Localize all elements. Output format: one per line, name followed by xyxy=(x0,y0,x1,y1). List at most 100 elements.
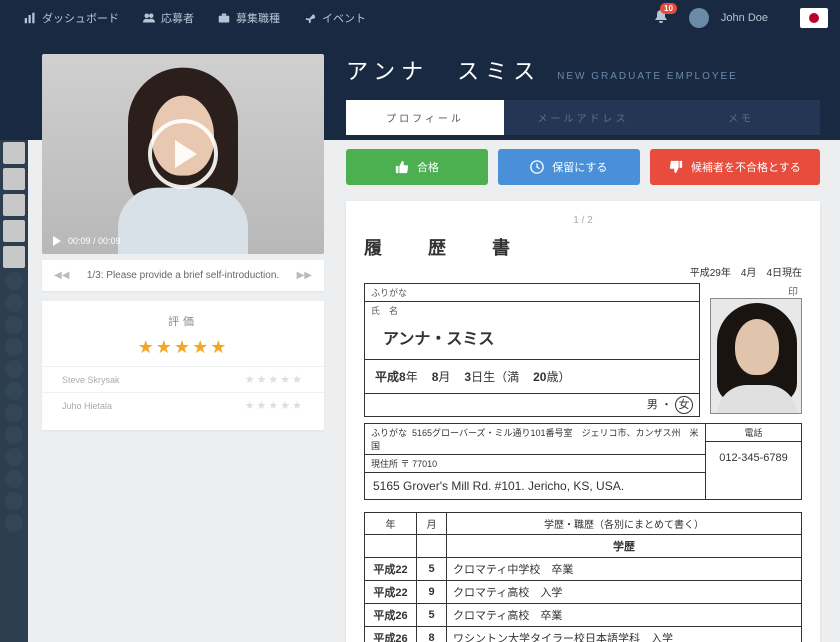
pass-button[interactable]: 合格 xyxy=(346,149,488,185)
briefcase-icon xyxy=(218,12,230,24)
tab-email[interactable]: メールアドレス xyxy=(504,100,662,135)
bar-chart-icon xyxy=(24,12,36,24)
addr-value: 5165 Grover's Mill Rd. #101. Jericho, KS… xyxy=(365,473,705,499)
action-row: 合格 保留にする 候補者を不合格とする xyxy=(346,149,820,185)
candidate-name: アンナ スミス xyxy=(346,54,541,86)
resume-photo xyxy=(710,298,802,414)
notifications-button[interactable]: 10 xyxy=(653,9,669,28)
bio-table: ふりがな 氏 名 アンナ・スミス 平成8年 8月 3日生（満 20歳） xyxy=(364,283,700,417)
reviewer-name: Juho Hietala xyxy=(62,401,112,411)
evaluation-title: 評価 xyxy=(42,313,324,329)
thumbs-up-icon xyxy=(395,160,409,174)
reject-label: 候補者を不合格とする xyxy=(691,159,801,175)
reject-button[interactable]: 候補者を不合格とする xyxy=(650,149,820,185)
rail-thumb[interactable] xyxy=(3,64,25,86)
gender-row: 男 ・ 女 xyxy=(365,394,699,416)
doc-title: 履 歴 書 xyxy=(364,234,802,260)
rail-placeholder xyxy=(5,404,23,422)
username-label: John Doe xyxy=(721,12,768,24)
nav-positions[interactable]: 募集職種 xyxy=(206,10,292,26)
stamp-label: 印 xyxy=(710,283,802,298)
user-menu[interactable]: John Doe xyxy=(677,8,780,28)
rail-placeholder xyxy=(5,426,23,444)
tabs: プロフィール メールアドレス メモ xyxy=(346,100,820,135)
phone-value: 012-345-6789 xyxy=(706,442,801,474)
reviewer-row: Steve Skrysak ★★★★★ xyxy=(42,366,324,392)
people-icon xyxy=(143,12,155,24)
top-nav: ダッシュボード 応募者 募集職種 イベント 10 John Doe xyxy=(0,0,840,36)
nav-dashboard[interactable]: ダッシュボード xyxy=(12,10,131,26)
prev-question-button[interactable]: ◀◀ xyxy=(54,270,69,281)
play-button[interactable] xyxy=(148,119,218,189)
name-label: 氏 名 xyxy=(371,304,693,317)
rating-stars[interactable]: ★★★★★ xyxy=(42,337,324,358)
reviewer-name: Steve Skrysak xyxy=(62,375,120,385)
rail-placeholder xyxy=(5,316,23,334)
video-player[interactable]: 00:09 / 00:09 xyxy=(42,54,324,254)
candidate-header: アンナ スミス NEW GRADUATE EMPLOYEE xyxy=(346,54,820,86)
addr-furigana: 5165グローバーズ・ミル通り101番号室 ジェリコ市、カンザス州 米国 xyxy=(371,428,698,451)
candidate-subtitle: NEW GRADUATE EMPLOYEE xyxy=(557,71,738,82)
phone-label: 電話 xyxy=(706,424,801,442)
nav-events[interactable]: イベント xyxy=(292,10,378,26)
hold-label: 保留にする xyxy=(552,159,607,175)
tab-memo[interactable]: メモ xyxy=(662,100,820,135)
rail-thumb[interactable] xyxy=(3,220,25,242)
rail-placeholder xyxy=(5,448,23,466)
edu-header-desc: 学歴・職歴（各別にまとめて書く） xyxy=(447,513,802,535)
edu-section-label: 学歴 xyxy=(447,535,802,558)
doc-pager: 1 / 2 xyxy=(364,215,802,226)
address-block: ふりがな 5165グローバーズ・ミル通り101番号室 ジェリコ市、カンザス州 米… xyxy=(364,423,802,500)
dob-row: 平成8年 8月 3日生（満 20歳） xyxy=(365,360,699,394)
tab-profile[interactable]: プロフィール xyxy=(346,100,504,135)
rail-placeholder xyxy=(5,272,23,290)
gender-selected: 女 xyxy=(675,396,693,414)
edu-row: 平成268ワシントン大学タイラー校日本語学科 入学 xyxy=(365,627,802,642)
nav-positions-label: 募集職種 xyxy=(236,10,280,26)
edu-row: 平成265クロマティ高校 卒業 xyxy=(365,604,802,627)
locale-flag-jp[interactable] xyxy=(800,8,828,28)
reviewer-row: Juho Hietala ★★★★★ xyxy=(42,392,324,418)
rail-placeholder xyxy=(5,492,23,510)
rail-placeholder xyxy=(5,360,23,378)
addr-postal: 77010 xyxy=(412,459,437,469)
nav-dashboard-label: ダッシュボード xyxy=(42,10,119,26)
rail-placeholder xyxy=(5,514,23,532)
pass-label: 合格 xyxy=(417,159,439,175)
rail-placeholder xyxy=(5,470,23,488)
rail-placeholder xyxy=(5,338,23,356)
furigana-label: ふりがな xyxy=(365,284,699,302)
question-bar: ◀◀ 1/3: Please provide a brief self-intr… xyxy=(42,260,324,291)
rail-thumb[interactable] xyxy=(3,194,25,216)
rail-thumb[interactable] xyxy=(3,116,25,138)
reviewer-stars: ★★★★★ xyxy=(245,373,304,386)
edu-header-month: 月 xyxy=(417,513,447,535)
notif-badge: 10 xyxy=(660,3,677,14)
name-value: アンナ・スミス xyxy=(371,317,693,357)
rail-thumb[interactable] xyxy=(3,90,25,112)
rail-placeholder xyxy=(5,294,23,312)
edu-row: 平成225クロマティ中学校 卒業 xyxy=(365,558,802,581)
thumbs-down-icon xyxy=(669,160,683,174)
reviewer-stars: ★★★★★ xyxy=(245,399,304,412)
rail-thumb[interactable] xyxy=(3,168,25,190)
nav-applicants[interactable]: 応募者 xyxy=(131,10,206,26)
edu-header-year: 年 xyxy=(365,513,417,535)
question-text: 1/3: Please provide a brief self-introdu… xyxy=(87,270,279,281)
rail-placeholder xyxy=(5,382,23,400)
nav-applicants-label: 応募者 xyxy=(161,10,194,26)
rail-thumb[interactable] xyxy=(3,246,25,268)
resume-document: 1 / 2 履 歴 書 平成29年4月4日現在 ふりがな 氏 名 アンナ・スミス xyxy=(346,201,820,642)
rail-thumb[interactable] xyxy=(3,142,25,164)
doc-date: 平成29年4月4日現在 xyxy=(364,264,802,279)
hold-button[interactable]: 保留にする xyxy=(498,149,640,185)
add-candidate-button[interactable]: + xyxy=(5,42,23,60)
edu-row: 平成229クロマティ高校 入学 xyxy=(365,581,802,604)
clock-icon xyxy=(530,160,544,174)
candidate-rail: + xyxy=(0,36,28,642)
name-row: 氏 名 アンナ・スミス xyxy=(365,302,699,360)
evaluation-panel: 評価 ★★★★★ Steve Skrysak ★★★★★ Juho Hietal… xyxy=(42,301,324,430)
next-question-button[interactable]: ▶▶ xyxy=(297,270,312,281)
video-timecode: 00:09 / 00:09 xyxy=(52,236,121,246)
play-small-icon xyxy=(52,236,62,246)
